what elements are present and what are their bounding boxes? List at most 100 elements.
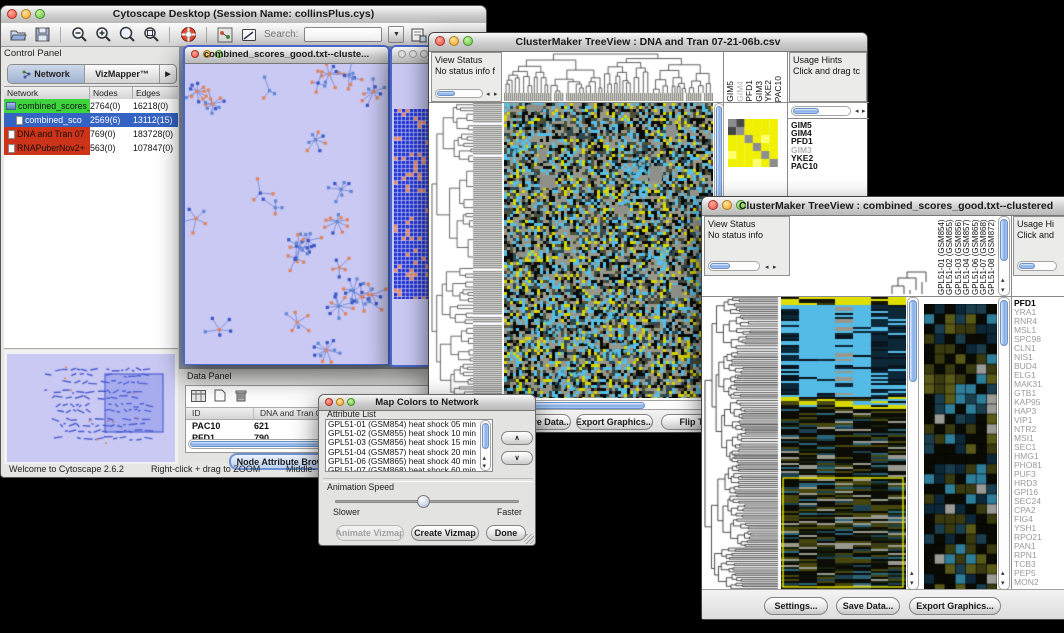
tab-vizmapper[interactable]: VizMapper™ <box>85 65 160 83</box>
zoom-in-icon[interactable] <box>94 26 112 44</box>
summary-hscrollbar[interactable] <box>791 106 851 116</box>
save-data-button[interactable]: Save Data... <box>836 597 900 615</box>
zoom-out-icon[interactable] <box>70 26 88 44</box>
network-view-titlebar[interactable]: combined_scores_good.txt--cluste... <box>185 47 388 64</box>
column-label[interactable]: PAC10 <box>773 76 783 102</box>
birdseye-canvas[interactable] <box>7 354 175 462</box>
treeview2-titlebar[interactable]: ClusterMaker TreeView : combined_scores_… <box>702 197 1064 216</box>
scroll-thumb[interactable] <box>710 263 730 269</box>
delete-attribute-icon[interactable] <box>232 388 249 403</box>
scroll-thumb[interactable] <box>1000 300 1008 346</box>
gene-label[interactable]: MON2 <box>1014 578 1064 587</box>
create-vizmap-button[interactable]: Create Vizmap <box>411 525 479 541</box>
close-button[interactable] <box>398 50 406 58</box>
animation-speed-slider-thumb[interactable] <box>417 495 430 508</box>
move-up-button[interactable]: ∧ <box>501 431 533 445</box>
search-input[interactable] <box>304 27 382 42</box>
view-status-scrollbar[interactable] <box>435 89 483 98</box>
done-button[interactable]: Done <box>486 525 526 541</box>
zoomed-heatmap-canvas[interactable] <box>924 304 997 590</box>
column-label[interactable]: GPL51-08 (GSM872) <box>987 217 995 295</box>
row-label[interactable]: PAC10 <box>791 162 818 170</box>
scroll-down-arrow[interactable]: ▾ <box>483 463 487 470</box>
scroll-up-arrow[interactable]: ▴ <box>483 455 487 462</box>
scroll-up-arrow[interactable]: ▴ <box>1001 570 1005 577</box>
save-icon[interactable] <box>33 26 51 44</box>
network-row[interactable]: combined_scores_ 2764(0) 16218(0) <box>4 99 178 113</box>
column-label[interactable]: GIM4 <box>735 81 745 102</box>
minimize-button[interactable] <box>722 200 732 210</box>
correlation-matrix-canvas[interactable] <box>728 119 778 167</box>
scroll-up-arrow[interactable]: ▴ <box>910 570 914 577</box>
column-label[interactable]: YKE2 <box>763 80 773 102</box>
network-row[interactable]: combined_sco 2569(6) 13112(15) <box>4 113 178 127</box>
network-manager-icon[interactable] <box>216 26 234 44</box>
annotation-icon[interactable] <box>240 26 258 44</box>
network-row[interactable]: RNAPuberNov2+ 563(0) 107847(0) <box>4 141 178 155</box>
labels-vscrollbar[interactable]: ▴ ▾ <box>998 216 1010 296</box>
column-label[interactable]: GPL51-06 (GSM865) <box>971 217 979 295</box>
search-dropdown-arrow[interactable]: ▼ <box>388 26 404 43</box>
move-down-button[interactable]: ∨ <box>501 451 533 465</box>
settings-button[interactable]: Settings... <box>764 597 828 615</box>
column-label[interactable]: GIM3 <box>754 81 764 102</box>
report-icon[interactable] <box>410 26 428 44</box>
scroll-right-arrow[interactable]: ▸ <box>862 108 866 115</box>
scroll-left-arrow[interactable]: ◂ <box>765 264 769 271</box>
scroll-thumb[interactable] <box>1000 219 1008 261</box>
table-mode-icon[interactable] <box>190 388 207 403</box>
row-dendrogram-canvas[interactable] <box>704 297 780 590</box>
usage-hints-scrollbar[interactable] <box>1017 261 1057 271</box>
scroll-down-arrow[interactable]: ▾ <box>1001 580 1005 587</box>
scroll-right-arrow[interactable]: ▸ <box>773 264 777 271</box>
heatmap-canvas[interactable] <box>504 103 713 398</box>
new-attribute-icon[interactable] <box>211 388 228 403</box>
heatmap-canvas[interactable] <box>781 297 906 590</box>
main-titlebar[interactable]: Cytoscape Desktop (Session Name: collins… <box>1 6 486 24</box>
scroll-down-arrow[interactable]: ▾ <box>1001 287 1005 294</box>
column-label[interactable]: GPL51-03 (GSM856) <box>954 217 962 295</box>
treeview1-titlebar[interactable]: ClusterMaker TreeView : DNA and Tran 07-… <box>429 33 867 52</box>
view-status-scrollbar[interactable] <box>708 261 760 271</box>
zoom-button[interactable] <box>420 50 428 58</box>
data-col-id[interactable]: ID <box>186 408 254 419</box>
close-button[interactable] <box>708 200 718 210</box>
animate-vizmap-button[interactable]: Animate Vizmap <box>336 525 404 541</box>
column-label[interactable]: GIM5 <box>725 81 735 102</box>
open-file-icon[interactable] <box>9 26 27 44</box>
scroll-left-arrow[interactable]: ◂ <box>855 108 859 115</box>
scroll-thumb[interactable] <box>909 300 917 382</box>
row-dendrogram-canvas[interactable] <box>431 103 502 398</box>
network-view-2-titlebar[interactable] <box>392 47 431 64</box>
scroll-up-arrow[interactable]: ▴ <box>1001 277 1005 284</box>
matrix-network-canvas[interactable] <box>394 109 428 299</box>
column-label[interactable]: PFD1 <box>744 80 754 102</box>
column-dendrogram-canvas[interactable] <box>504 52 713 101</box>
export-graphics-button[interactable]: Export Graphics... <box>576 414 653 430</box>
resize-grip[interactable] <box>524 534 534 544</box>
scroll-down-arrow[interactable]: ▾ <box>910 580 914 587</box>
network-graph-canvas[interactable] <box>185 64 388 364</box>
scroll-thumb[interactable] <box>793 108 819 114</box>
scroll-thumb[interactable] <box>437 91 455 96</box>
usage-hints-title: Usage Hints <box>793 55 863 66</box>
zoom-fit-icon[interactable] <box>118 26 136 44</box>
scroll-left-arrow[interactable]: ◂ <box>486 91 490 98</box>
help-lifering-icon[interactable] <box>179 26 197 44</box>
scroll-thumb[interactable] <box>482 423 489 449</box>
tab-overflow-arrow[interactable]: ▶ <box>160 65 176 83</box>
tab-network[interactable]: Network <box>8 65 85 83</box>
network-row[interactable]: DNA and Tran 07 769(0) 183728(0) <box>4 127 178 141</box>
scroll-thumb[interactable] <box>1019 263 1035 269</box>
export-graphics-button[interactable]: Export Graphics... <box>909 597 1001 615</box>
attribute-item[interactable]: GPL51-07 (GSM868) heat shock 60 min <box>328 466 492 472</box>
column-dendrogram-canvas[interactable] <box>792 216 935 295</box>
zoom-selected-icon[interactable] <box>142 26 160 44</box>
heatmap-vscrollbar[interactable]: ▴ ▾ <box>907 297 919 590</box>
attribute-list-scrollbar[interactable]: ▴ ▾ <box>480 420 491 471</box>
column-label[interactable]: GPL51-02 (GSM855) <box>945 217 953 295</box>
genelist-vscrollbar[interactable]: ▴ ▾ <box>998 297 1010 590</box>
column-label[interactable]: GPL51-04 (GSM857) <box>962 217 970 295</box>
minimize-button[interactable] <box>409 50 417 58</box>
scroll-right-arrow[interactable]: ▸ <box>494 91 498 98</box>
